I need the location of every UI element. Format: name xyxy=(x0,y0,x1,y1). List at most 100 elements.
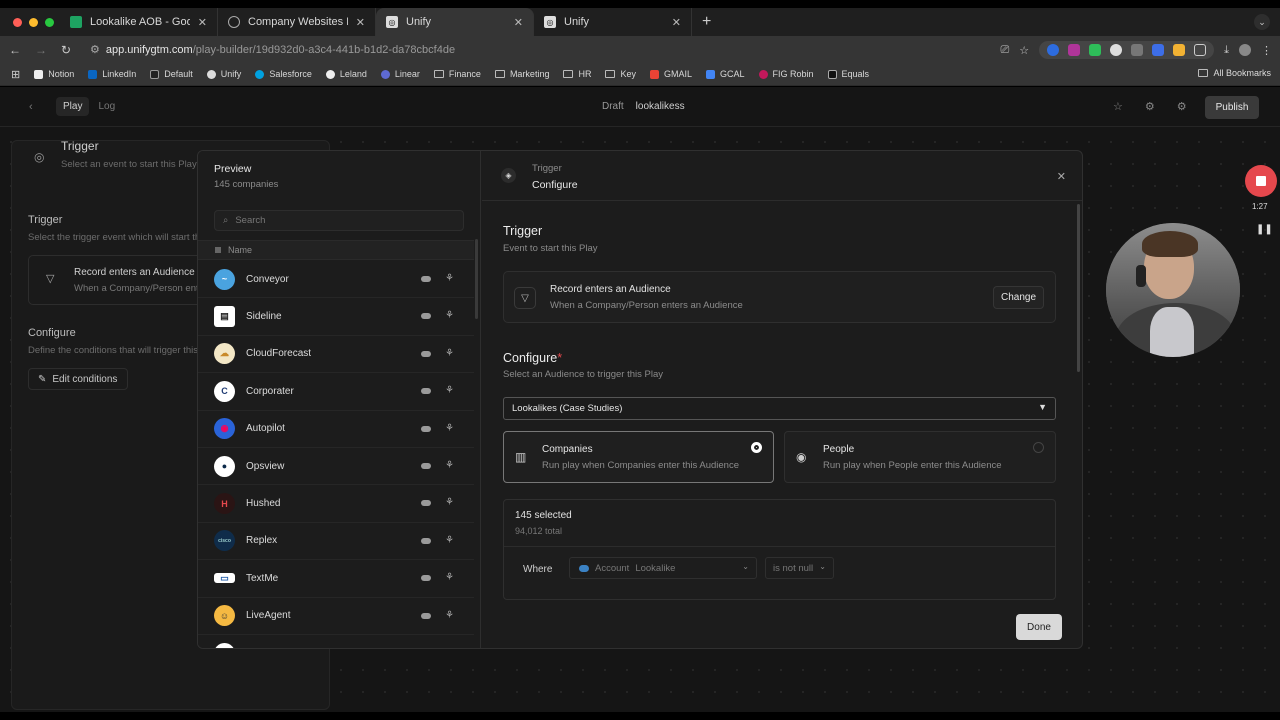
settings-icon[interactable]: ⚙ xyxy=(1177,100,1187,113)
play-name[interactable]: lookalikess xyxy=(636,101,685,112)
list-item[interactable]: ◉ Autopilot ⚘ xyxy=(198,411,474,448)
bookmark-linkedin[interactable]: LinkedIn xyxy=(81,69,143,79)
extensions-group xyxy=(1039,41,1215,59)
minimize-window-button[interactable] xyxy=(29,17,38,27)
bookmark-unify[interactable]: Unify xyxy=(200,69,249,79)
folder-icon xyxy=(563,70,574,78)
close-tab-icon[interactable]: ✕ xyxy=(356,16,365,29)
column-header-name[interactable]: Name xyxy=(198,240,474,260)
preview-scrollbar[interactable] xyxy=(475,239,478,319)
trigger-event-card: ▽ Record enters an Audience When a Compa… xyxy=(503,271,1056,323)
extension-icon[interactable] xyxy=(1173,44,1186,56)
download-icon[interactable]: ⤓ xyxy=(1224,44,1229,57)
all-bookmarks[interactable]: All Bookmarks xyxy=(1198,68,1271,78)
condition-field-select[interactable]: Account Lookalike ⌄ xyxy=(569,557,757,579)
hubspot-icon: ⚘ xyxy=(445,310,454,322)
star-icon[interactable]: ☆ xyxy=(1113,100,1123,113)
list-item[interactable]: ▭ TextMe ⚘ xyxy=(198,560,474,598)
option-people[interactable]: ◉ People Run play when People enter this… xyxy=(784,431,1056,483)
play-title-group: Draft lookalikess xyxy=(602,101,685,112)
back-arrow-icon[interactable]: ← xyxy=(9,43,21,57)
bookmark-folder-finance[interactable]: Finance xyxy=(427,69,488,79)
play-tabs: Play Log xyxy=(56,97,122,116)
apps-grid-icon[interactable]: ⊞ xyxy=(0,68,27,81)
maximize-window-button[interactable] xyxy=(45,17,54,27)
bookmark-folder-marketing[interactable]: Marketing xyxy=(488,69,557,79)
list-item[interactable]: H Hushed ⚘ xyxy=(198,485,474,523)
total-count: 94,012 total xyxy=(515,526,563,536)
close-tab-icon[interactable]: ✕ xyxy=(514,16,523,29)
puzzle-icon[interactable] xyxy=(1194,44,1207,56)
change-trigger-button[interactable]: Change xyxy=(993,286,1044,309)
list-item[interactable]: ▤ Sideline ⚘ xyxy=(198,298,474,336)
configure-scrollbar[interactable] xyxy=(1077,204,1080,372)
bookmark-linear[interactable]: Linear xyxy=(374,69,427,79)
bookmark-folder-key[interactable]: Key xyxy=(598,69,643,79)
extension-icon[interactable] xyxy=(1131,44,1144,56)
tab-play[interactable]: Play xyxy=(56,97,90,116)
list-item[interactable]: ~ Conveyor ⚘ xyxy=(198,261,474,299)
edit-conditions-button[interactable]: ✎ Edit conditions xyxy=(28,368,128,390)
list-item[interactable]: ☺ LiveAgent ⚘ xyxy=(198,598,474,635)
cast-icon[interactable]: ⎚ xyxy=(1000,44,1009,57)
unify-icon xyxy=(206,69,216,79)
chevron-left-icon[interactable]: ‹ xyxy=(29,101,33,113)
bookmark-leland[interactable]: Leland xyxy=(319,69,374,79)
bookmark-equals[interactable]: Equals xyxy=(821,69,877,79)
bookmark-salesforce[interactable]: Salesforce xyxy=(248,69,319,79)
company-logo: ~ xyxy=(214,268,235,290)
bookmark-notion[interactable]: Notion xyxy=(27,69,81,79)
done-button[interactable]: Done xyxy=(1016,614,1062,640)
site-info-icon[interactable]: ⚙ xyxy=(90,43,100,56)
more-menu-icon[interactable]: ⋮ xyxy=(1261,44,1272,57)
hubspot-icon: ⚘ xyxy=(445,385,454,397)
profile-avatar-icon[interactable] xyxy=(1239,44,1251,56)
close-icon[interactable]: ✕ xyxy=(1057,170,1066,183)
hubspot-icon: ⚘ xyxy=(445,534,454,546)
new-tab-button[interactable]: + xyxy=(692,13,721,31)
extension-icon[interactable] xyxy=(1089,44,1102,56)
bookmark-folder-hr[interactable]: HR xyxy=(556,69,598,79)
browser-tab-active[interactable]: ◎ Unify ✕ xyxy=(376,8,534,36)
list-item[interactable]: ☁ CloudForecast ⚘ xyxy=(198,336,474,374)
list-item[interactable] xyxy=(198,635,474,648)
bookmark-fig-robin[interactable]: FIG Robin xyxy=(752,69,821,79)
browser-tab[interactable]: ◎ Unify ✕ xyxy=(534,8,692,36)
extension-icon[interactable] xyxy=(1110,44,1123,56)
list-item[interactable]: C Corporater ⚘ xyxy=(198,373,474,411)
close-tab-icon[interactable]: ✕ xyxy=(672,16,681,29)
status-badge: Draft xyxy=(602,101,624,112)
tab-log[interactable]: Log xyxy=(91,97,122,116)
salesforce-cloud-icon xyxy=(421,425,432,432)
close-tab-icon[interactable]: ✕ xyxy=(198,16,207,29)
publish-button[interactable]: Publish xyxy=(1205,96,1259,119)
bookmark-star-icon[interactable]: ☆ xyxy=(1019,44,1029,57)
hubspot-icon: ⚘ xyxy=(445,422,454,434)
audience-select[interactable]: Lookalikes (Case Studies) ▼ xyxy=(503,397,1056,420)
radio-unselected[interactable] xyxy=(1033,442,1044,453)
extension-icon[interactable] xyxy=(1152,44,1165,56)
browser-tab[interactable]: Company Websites List ✕ xyxy=(218,8,376,36)
salesforce-cloud-icon xyxy=(421,313,432,320)
onepassword-extension-icon[interactable] xyxy=(1047,44,1060,56)
radio-selected[interactable] xyxy=(751,442,762,453)
url-field[interactable]: ⚙ app.unifygtm.com/play-builder/19d932d0… xyxy=(90,43,455,57)
search-input[interactable]: ⌕ Search xyxy=(214,210,464,231)
option-companies[interactable]: ▥ Companies Run play when Companies ente… xyxy=(503,431,774,483)
gear-icon[interactable]: ⚙ xyxy=(1145,100,1155,113)
app-header: ‹ Play Log Draft lookalikess ☆ ⚙ ⚙ Publi… xyxy=(0,87,1280,127)
extension-icon[interactable] xyxy=(1068,44,1081,56)
bookmark-default[interactable]: Default xyxy=(143,69,200,79)
reload-icon[interactable]: ↻ xyxy=(61,43,71,57)
condition-operator-select[interactable]: is not null ⌄ xyxy=(765,557,834,579)
close-window-button[interactable] xyxy=(13,17,22,27)
forward-arrow-icon[interactable]: → xyxy=(35,43,47,57)
stop-recording-button[interactable] xyxy=(1245,165,1277,197)
list-item[interactable]: ● Opsview ⚘ xyxy=(198,448,474,486)
bookmark-gcal[interactable]: GCAL xyxy=(699,69,752,79)
browser-tab[interactable]: Lookalike AOB - Google Shee ✕ xyxy=(60,8,218,36)
pause-icon[interactable]: ❚❚ xyxy=(1256,224,1273,235)
bookmark-gmail[interactable]: GMAIL xyxy=(643,69,699,79)
list-item[interactable]: cisco Replex ⚘ xyxy=(198,523,474,561)
tab-search-icon[interactable]: ⌄ xyxy=(1254,14,1270,30)
